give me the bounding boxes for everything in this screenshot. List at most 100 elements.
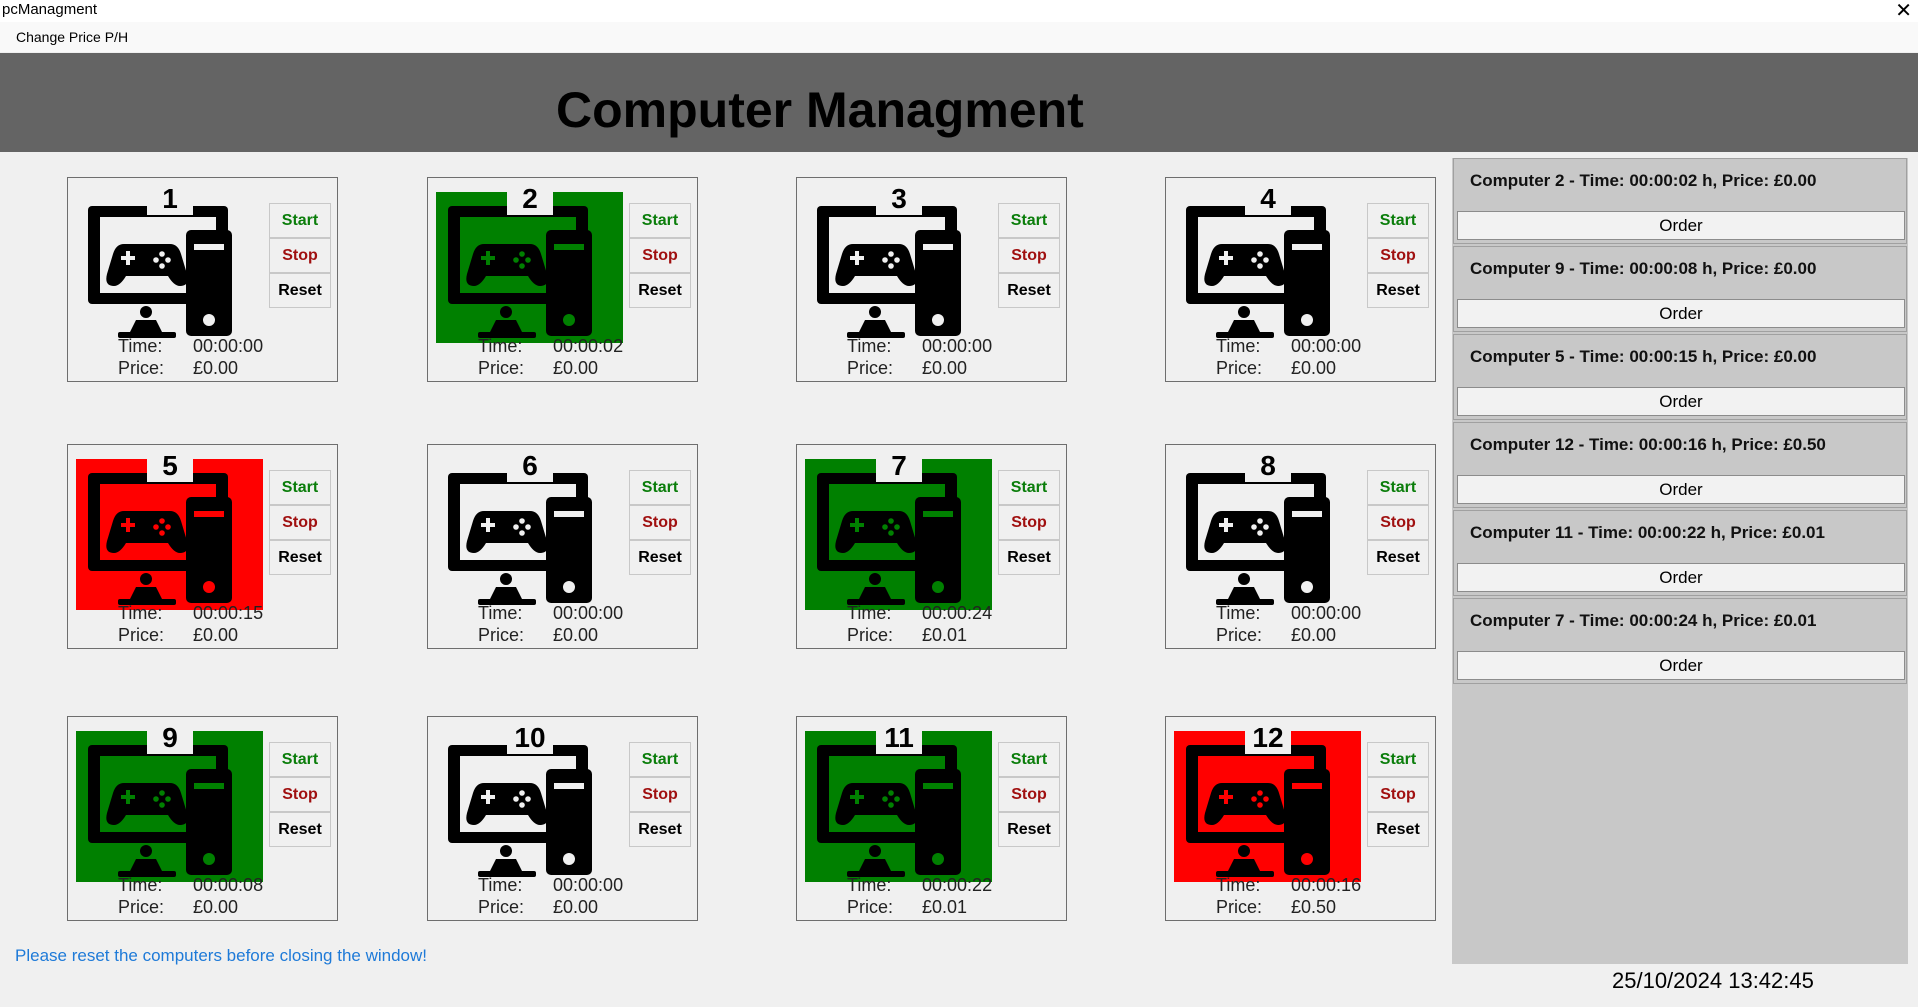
stop-button[interactable]: Stop [998,505,1060,540]
stop-button[interactable]: Stop [1367,777,1429,812]
title-bar: pcManagment ✕ [0,0,1918,22]
time-value: 00:00:02 [553,336,624,356]
computer-number: 10 [507,722,553,754]
time-value: 00:00:22 [922,875,993,895]
time-row: Time: 00:00:22 [847,874,992,896]
price-label: Price: [847,897,894,917]
time-label: Time: [118,336,163,356]
start-button[interactable]: Start [1367,470,1429,505]
price-row: Price: £0.00 [1216,357,1336,379]
computer-card: 4 Start Stop Reset Time: 00:00:00 Price:… [1165,177,1436,382]
price-row: Price: £0.00 [118,896,238,918]
order-button[interactable]: Order [1457,475,1905,504]
time-row: Time: 00:00:00 [847,335,992,357]
start-button[interactable]: Start [629,470,691,505]
price-value: £0.00 [193,358,239,378]
datetime-display: 25/10/2024 13:42:45 [1612,968,1814,993]
computer-number: 9 [147,722,193,754]
window-title: pcManagment [2,1,98,18]
computer-card: 11 Start Stop Reset Time: 00:00:22 Price… [796,716,1067,921]
time-value: 00:00:16 [1291,875,1362,895]
stop-button[interactable]: Stop [629,777,691,812]
order-button[interactable]: Order [1457,299,1905,328]
price-row: Price: £0.00 [478,357,598,379]
order-button[interactable]: Order [1457,387,1905,416]
stop-button[interactable]: Stop [998,777,1060,812]
order-summary: Computer 9 - Time: 00:00:08 h, Price: £0… [1470,259,1817,278]
reset-button[interactable]: Reset [629,273,691,308]
reset-button[interactable]: Reset [269,812,331,847]
start-button[interactable]: Start [1367,742,1429,777]
order-item: Computer 12 - Time: 00:00:16 h, Price: £… [1453,422,1907,508]
order-item: Computer 11 - Time: 00:00:22 h, Price: £… [1453,510,1907,596]
reset-button[interactable]: Reset [629,540,691,575]
price-value: £0.00 [193,897,239,917]
time-value: 00:00:00 [193,336,264,356]
control-buttons: Start Stop Reset [998,470,1061,578]
gaming-pc-icon: 11 [805,722,992,882]
stop-button[interactable]: Stop [1367,505,1429,540]
time-label: Time: [118,875,163,895]
gaming-pc-icon: 8 [1174,450,1361,610]
stop-button[interactable]: Stop [269,777,331,812]
reset-button[interactable]: Reset [269,273,331,308]
reset-button[interactable]: Reset [269,540,331,575]
start-button[interactable]: Start [269,470,331,505]
price-label: Price: [1216,358,1263,378]
menu-change-price[interactable]: Change Price P/H [6,27,138,47]
stop-button[interactable]: Stop [629,238,691,273]
price-value: £0.01 [922,625,968,645]
price-row: Price: £0.00 [478,896,598,918]
start-button[interactable]: Start [998,470,1060,505]
time-row: Time: 00:00:24 [847,602,992,624]
order-summary: Computer 5 - Time: 00:00:15 h, Price: £0… [1470,347,1817,366]
control-buttons: Start Stop Reset [629,203,692,311]
price-value: £0.00 [553,625,599,645]
time-row: Time: 00:00:08 [118,874,263,896]
close-icon[interactable]: ✕ [1895,0,1912,23]
time-label: Time: [847,603,892,623]
page-title: Computer Managment [556,82,1084,138]
reset-button[interactable]: Reset [629,812,691,847]
computer-number: 6 [507,450,553,482]
price-label: Price: [478,625,525,645]
control-buttons: Start Stop Reset [629,742,692,850]
start-button[interactable]: Start [629,742,691,777]
stop-button[interactable]: Stop [998,238,1060,273]
start-button[interactable]: Start [269,742,331,777]
time-value: 00:00:00 [922,336,993,356]
start-button[interactable]: Start [1367,203,1429,238]
reset-button[interactable]: Reset [998,273,1060,308]
gaming-pc-icon: 10 [436,722,623,882]
reset-button[interactable]: Reset [1367,540,1429,575]
stop-button[interactable]: Stop [269,505,331,540]
start-button[interactable]: Start [998,742,1060,777]
computer-card: 6 Start Stop Reset Time: 00:00:00 Price:… [427,444,698,649]
gaming-pc-icon: 4 [1174,183,1361,343]
price-row: Price: £0.01 [847,624,967,646]
control-buttons: Start Stop Reset [998,203,1061,311]
order-button[interactable]: Order [1457,563,1905,592]
order-button[interactable]: Order [1457,651,1905,680]
price-label: Price: [118,897,165,917]
stop-button[interactable]: Stop [1367,238,1429,273]
start-button[interactable]: Start [998,203,1060,238]
price-value: £0.00 [1291,625,1337,645]
reset-button[interactable]: Reset [1367,273,1429,308]
reset-button[interactable]: Reset [998,812,1060,847]
computer-number: 5 [147,450,193,482]
computer-card: 8 Start Stop Reset Time: 00:00:00 Price:… [1165,444,1436,649]
control-buttons: Start Stop Reset [998,742,1061,850]
price-label: Price: [847,358,894,378]
start-button[interactable]: Start [629,203,691,238]
stop-button[interactable]: Stop [269,238,331,273]
control-buttons: Start Stop Reset [1367,203,1430,311]
computer-card: 3 Start Stop Reset Time: 00:00:00 Price:… [796,177,1067,382]
stop-button[interactable]: Stop [629,505,691,540]
start-button[interactable]: Start [269,203,331,238]
reset-button[interactable]: Reset [1367,812,1429,847]
computer-number: 11 [876,722,922,754]
reset-button[interactable]: Reset [998,540,1060,575]
gaming-pc-icon: 12 [1174,722,1361,882]
order-button[interactable]: Order [1457,211,1905,240]
